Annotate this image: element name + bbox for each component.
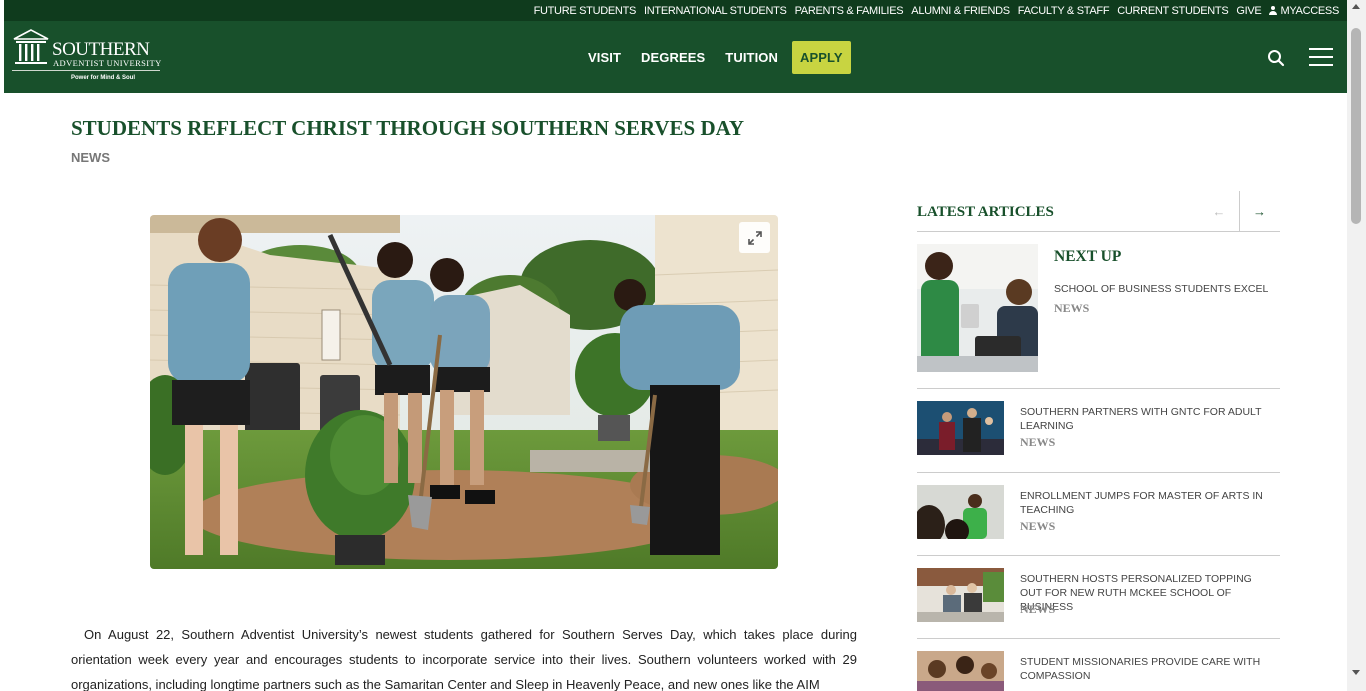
featured-article-title[interactable]: SCHOOL OF BUSINESS STUDENTS EXCEL [1054, 283, 1284, 295]
article-title-link[interactable]: STUDENT MISSIONARIES PROVIDE CARE WITH C… [1020, 655, 1270, 683]
arrow-right-icon: → [1253, 203, 1266, 219]
scroll-down-arrow-icon[interactable] [1352, 670, 1360, 675]
next-up-label: NEXT UP [1054, 248, 1122, 265]
teaching-photo [917, 485, 1004, 539]
list-item[interactable]: STUDENT MISSIONARIES PROVIDE CARE WITH C… [917, 651, 1280, 691]
latest-articles-heading: LATEST ARTICLES [917, 204, 1054, 220]
ceremony-photo [917, 401, 1004, 455]
utility-bar: FUTURE STUDENTS INTERNATIONAL STUDENTS P… [4, 0, 1347, 21]
university-logo[interactable]: SOUTHERN ADVENTIST UNIVERSITY Power for … [12, 28, 162, 84]
article-thumbnail [917, 401, 1004, 455]
nav-visit[interactable]: VISIT [588, 50, 621, 65]
page: FUTURE STUDENTS INTERNATIONAL STUDENTS P… [4, 0, 1347, 691]
nav-tuition[interactable]: TUITION [725, 50, 778, 65]
arrow-left-icon: ← [1212, 203, 1226, 219]
expand-icon [747, 230, 762, 245]
article-title: STUDENTS REFLECT CHRIST THROUGH SOUTHERN… [71, 116, 745, 140]
list-item[interactable]: ENROLLMENT JUMPS FOR MASTER OF ARTS IN T… [917, 485, 1280, 541]
article-category: NEWS [1020, 519, 1056, 533]
logo-divider [12, 70, 160, 71]
logo-subtitle: ADVENTIST UNIVERSITY [53, 58, 162, 68]
pillars-logo-icon [13, 29, 49, 64]
divider [917, 388, 1280, 389]
business-students-photo [917, 244, 1038, 372]
divider [917, 231, 1280, 232]
article-thumbnail [917, 651, 1004, 691]
main-nav: VISIT DEGREES TUITION APPLY [588, 40, 871, 74]
article-title-link[interactable]: SOUTHERN HOSTS PERSONALIZED TOPPING OUT … [1020, 572, 1270, 614]
scrollbar-thumb[interactable] [1351, 28, 1361, 224]
nav-degrees[interactable]: DEGREES [641, 50, 705, 65]
article-hero-image[interactable] [150, 215, 778, 569]
featured-article-category: NEWS [1054, 301, 1090, 315]
list-item[interactable]: SOUTHERN PARTNERS WITH GNTC FOR ADULT LE… [917, 401, 1280, 457]
missionaries-photo [917, 651, 1004, 691]
article-category: NEWS [1020, 602, 1056, 616]
search-button[interactable] [1267, 49, 1285, 67]
scroll-up-arrow-icon[interactable] [1352, 4, 1360, 9]
utility-link-alumni-friends[interactable]: ALUMNI & FRIENDS [911, 5, 1010, 17]
students-planting-photo [150, 215, 778, 569]
logo-tagline: Power for Mind & Soul [71, 75, 135, 81]
hamburger-menu-button[interactable] [1309, 48, 1333, 66]
utility-link-faculty-staff[interactable]: FACULTY & STAFF [1018, 5, 1110, 17]
utility-link-give[interactable]: GIVE [1236, 5, 1261, 17]
article-thumbnail [917, 568, 1004, 622]
carousel-prev-button[interactable]: ← [1198, 191, 1240, 231]
user-icon [1269, 6, 1278, 15]
main-header: SOUTHERN ADVENTIST UNIVERSITY Power for … [4, 21, 1347, 93]
utility-link-future-students[interactable]: FUTURE STUDENTS [534, 5, 637, 17]
carousel-next-button[interactable]: → [1239, 191, 1279, 231]
utility-link-myaccess[interactable]: MYACCESS [1269, 5, 1339, 17]
utility-link-international-students[interactable]: INTERNATIONAL STUDENTS [644, 5, 787, 17]
article-title-link[interactable]: ENROLLMENT JUMPS FOR MASTER OF ARTS IN T… [1020, 489, 1270, 517]
article-title-link[interactable]: SOUTHERN PARTNERS WITH GNTC FOR ADULT LE… [1020, 405, 1270, 433]
divider [917, 472, 1280, 473]
divider [917, 555, 1280, 556]
expand-image-button[interactable] [739, 222, 770, 253]
article-body-paragraph: On August 22, Southern Adventist Univers… [71, 627, 857, 691]
list-item[interactable]: SOUTHERN HOSTS PERSONALIZED TOPPING OUT … [917, 568, 1280, 624]
article-thumbnail [917, 485, 1004, 539]
page-scrollbar[interactable] [1347, 0, 1366, 691]
utility-link-parents-families[interactable]: PARENTS & FAMILIES [795, 5, 904, 17]
myaccess-label: MYACCESS [1280, 4, 1339, 17]
utility-link-current-students[interactable]: CURRENT STUDENTS [1117, 5, 1228, 17]
topping-out-photo [917, 568, 1004, 622]
search-icon [1268, 50, 1285, 67]
article-category: NEWS [71, 150, 110, 165]
nav-apply-button[interactable]: APPLY [792, 40, 851, 74]
divider [917, 638, 1280, 639]
featured-article-thumbnail[interactable] [917, 244, 1038, 372]
article-category: NEWS [1020, 435, 1056, 449]
